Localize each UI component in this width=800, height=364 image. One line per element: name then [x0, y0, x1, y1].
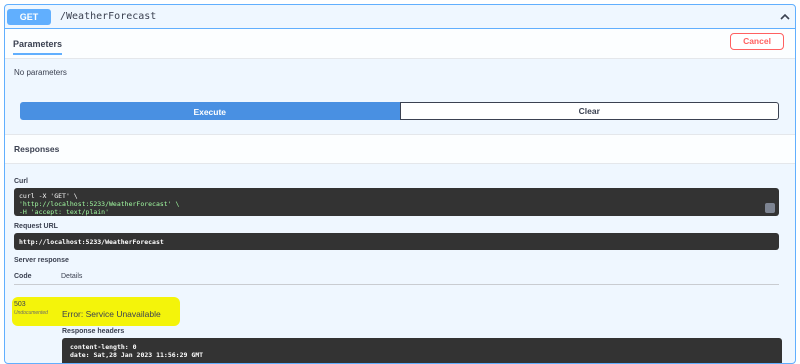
responses-title: Responses [14, 144, 60, 154]
status-code: 503 [14, 301, 26, 308]
cancel-button[interactable]: Cancel [730, 33, 784, 50]
no-parameters-text: No parameters [14, 68, 67, 77]
chevron-up-icon[interactable] [779, 11, 791, 23]
tab-parameters[interactable]: Parameters [13, 29, 63, 59]
operation-summary[interactable]: GET /WeatherForecast [5, 5, 795, 29]
curl-line-3: -H 'accept: text/plain' [19, 208, 110, 216]
clear-button[interactable]: Clear [399, 102, 779, 120]
operation-block-get: GET /WeatherForecast Parameters Cancel N… [4, 4, 796, 364]
undocumented-label: Undocumented [14, 310, 48, 316]
parameters-header: Parameters Cancel [5, 29, 795, 59]
curl-code-block[interactable]: curl -X 'GET' \ 'http://localhost:5233/W… [14, 188, 779, 216]
error-message: Error: Service Unavailable [62, 309, 161, 319]
method-badge: GET [7, 8, 51, 25]
execute-wrapper: Execute Clear [20, 102, 779, 120]
execute-button[interactable]: Execute [20, 102, 400, 120]
col-code: Code [14, 273, 32, 280]
request-url-label: Request URL [14, 223, 58, 230]
col-details: Details [61, 273, 83, 280]
curl-label: Curl [14, 178, 28, 185]
header-line: content-length: 0 [70, 343, 137, 351]
responses-header: Responses [5, 134, 795, 164]
response-table-header: Code Details [14, 273, 779, 285]
copy-icon[interactable] [765, 203, 775, 213]
response-headers-label: Response headers [62, 328, 125, 335]
curl-line-1: curl -X 'GET' \ [19, 192, 78, 200]
server-response-label: Server response [14, 257, 69, 264]
curl-line-2: 'http://localhost:5233/WeatherForecast' … [19, 200, 180, 208]
operation-path: /WeatherForecast [60, 11, 157, 22]
request-url-block[interactable]: http://localhost:5233/WeatherForecast [14, 233, 779, 250]
responses-body: Curl curl -X 'GET' \ 'http://localhost:5… [5, 178, 795, 285]
response-headers-block[interactable]: content-length: 0 date: Sat,28 Jan 2023 … [62, 338, 782, 363]
